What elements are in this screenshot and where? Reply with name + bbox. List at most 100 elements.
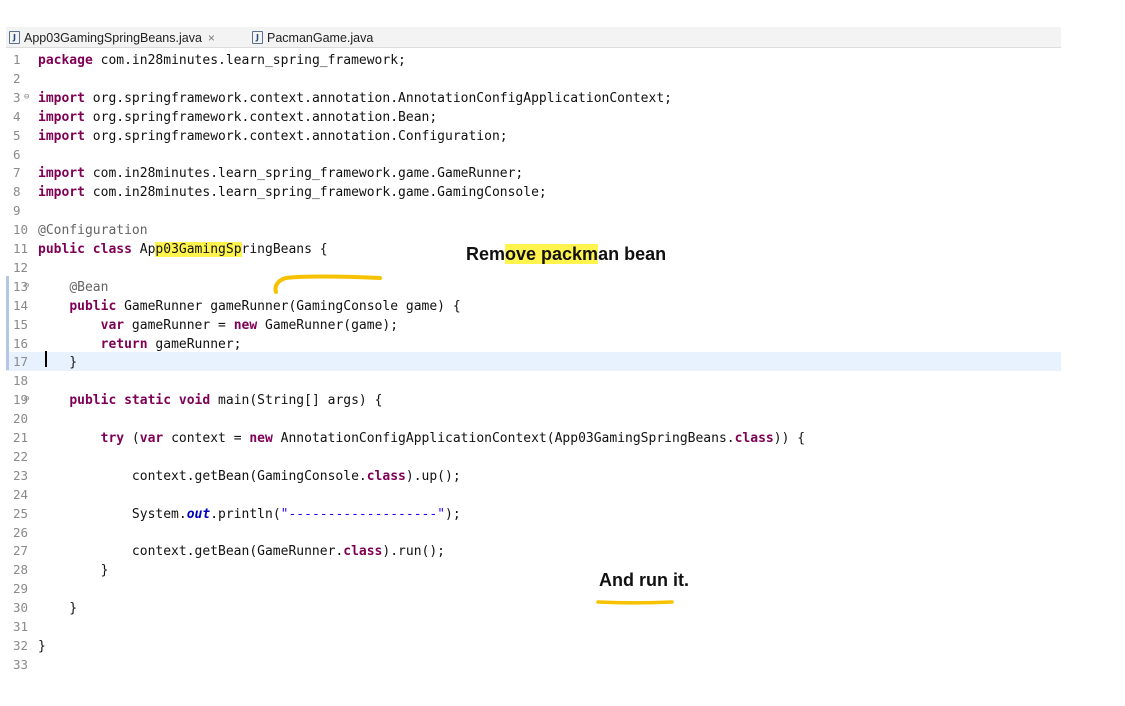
code-line[interactable]: 28 } — [6, 560, 1061, 579]
line-number: 22 — [13, 448, 29, 464]
annotation-run-it: And run it. — [599, 570, 689, 590]
code-line[interactable]: 5 import org.springframework.context.anno… — [6, 126, 1061, 145]
code-line[interactable]: 6 — [6, 145, 1061, 164]
code-line[interactable]: 23 context.getBean(GamingConsole.class).… — [6, 466, 1061, 485]
line-number: 10 — [13, 222, 29, 238]
code-line[interactable]: 31 — [6, 617, 1061, 636]
code-line[interactable]: 22 — [6, 447, 1061, 466]
line-number: 9 — [13, 203, 21, 219]
line-number: 30 — [13, 600, 29, 616]
code-line[interactable]: 3 ⊖ import org.springframework.context.ann… — [6, 88, 1061, 107]
line-number: 31 — [13, 619, 29, 634]
code-text: import org.springframework.context.annot… — [38, 90, 672, 106]
tab-pacmangame[interactable]: J PacmanGame.java — [252, 29, 373, 46]
code-line[interactable]: 7 import com.in28minutes.learn_spring_fra… — [6, 163, 1061, 182]
line-number: 13 ⊖ — [13, 277, 30, 296]
code-text: } — [38, 563, 109, 579]
line-number: 18 — [13, 373, 29, 389]
line-number: 5 — [13, 127, 21, 143]
code-line[interactable]: 16 return gameRunner; — [6, 334, 1061, 353]
code-line[interactable]: 9 — [6, 201, 1061, 220]
java-file-icon: J — [252, 31, 263, 44]
code-line[interactable]: 4 import org.springframework.context.anno… — [6, 107, 1061, 126]
code-text: public class App03GamingSpringBeans { — [38, 242, 328, 257]
line-number: 12 — [13, 259, 29, 275]
code-line[interactable]: 15 var gameRunner = new GameRunner(game)… — [6, 315, 1061, 334]
code-text: import com.in28minutes.learn_spring_fram… — [38, 166, 524, 182]
code-line[interactable]: 27 context.getBean(GameRunner.class).run… — [6, 541, 1061, 560]
annotation-text: Rem — [466, 244, 506, 264]
line-number: 28 — [13, 562, 29, 578]
code-line[interactable]: 1 package com.in28minutes.learn_spring_fr… — [6, 50, 1061, 69]
code-text: try (var context = new AnnotationConfigA… — [100, 431, 806, 446]
code-text: import org.springframework.context.annot… — [38, 109, 438, 125]
code-text: import org.springframework.context.annot… — [38, 128, 508, 144]
code-line[interactable]: 20 — [6, 409, 1061, 428]
line-number: 1 — [13, 52, 21, 67]
code-line[interactable]: 19 ⊖ public static void main(String[] arg… — [6, 390, 1061, 409]
tab-label: App03GamingSpringBeans.java — [24, 30, 202, 45]
code-text: context.getBean(GameRunner.class).run(); — [38, 544, 446, 560]
code-text: public static void main(String[] args) { — [69, 393, 383, 409]
code-line[interactable]: 24 — [6, 485, 1061, 504]
code-text: package com.in28minutes.learn_spring_fra… — [38, 53, 406, 68]
line-number: 2 — [13, 70, 21, 86]
fold-minus-icon[interactable]: ⊖ — [24, 390, 29, 409]
code-line[interactable]: 14 public GameRunner gameRunner(GamingCo… — [6, 296, 1061, 315]
tab-app03gamingspringbeans[interactable]: J App03GamingSpringBeans.java × — [9, 29, 215, 46]
fold-minus-icon[interactable]: ⊖ — [24, 88, 29, 107]
code-line[interactable]: 26 — [6, 523, 1061, 542]
code-line[interactable]: 10 @Configuration — [6, 220, 1061, 239]
line-number: 11 — [13, 241, 29, 256]
code-line[interactable]: 33 — [6, 655, 1061, 674]
java-file-icon: J — [9, 31, 20, 44]
code-line[interactable]: 8 import com.in28minutes.learn_spring_fra… — [6, 182, 1061, 201]
code-text: var gameRunner = new GameRunner(game); — [100, 317, 399, 333]
line-number: 7 — [13, 165, 21, 181]
code-line[interactable]: 13 ⊖ @Bean — [6, 277, 1061, 296]
close-icon[interactable]: × — [208, 31, 215, 45]
line-number: 16 — [13, 335, 29, 351]
change-marker — [6, 276, 9, 370]
code-text: @Configuration — [38, 223, 148, 239]
code-line[interactable]: 21 try (var context = new AnnotationConf… — [6, 428, 1061, 447]
line-number: 14 — [13, 297, 29, 313]
line-number: 19 ⊖ — [13, 390, 30, 409]
annotation-text: an bean — [598, 244, 667, 264]
fold-minus-icon[interactable]: ⊖ — [24, 277, 29, 296]
code-text: System.out.println("-------------------"… — [38, 506, 461, 522]
annotation-highlight: ove packm — [505, 244, 599, 264]
code-line[interactable]: 17 } — [6, 352, 1061, 372]
code-line[interactable]: 18 — [6, 371, 1061, 390]
line-number: 26 — [13, 524, 29, 540]
code-text: @Bean — [69, 279, 109, 295]
code-text: return gameRunner; — [100, 336, 242, 352]
line-number: 17 — [13, 354, 29, 370]
line-number: 29 — [13, 581, 29, 597]
annotation-remove-bean: Remove packman bean — [466, 244, 666, 265]
code-line[interactable]: 32} — [6, 636, 1061, 655]
line-number: 20 — [13, 411, 29, 427]
code-line[interactable]: 2 — [6, 69, 1061, 88]
code-editor[interactable]: 1 package com.in28minutes.learn_spring_fr… — [6, 48, 1066, 688]
line-number: 27 — [13, 543, 29, 559]
text-caret — [45, 351, 47, 367]
code-line[interactable]: 25 System.out.println("-----------------… — [6, 504, 1061, 523]
code-line[interactable]: 30 } — [6, 598, 1061, 617]
editor-tab-bar: J App03GamingSpringBeans.java × J Pacman… — [6, 27, 1061, 48]
line-number: 15 — [13, 316, 29, 332]
code-line[interactable]: 29 — [6, 579, 1061, 598]
code-text: } — [38, 638, 46, 654]
line-number: 32 — [13, 637, 29, 653]
line-number: 21 — [13, 430, 29, 445]
line-number: 25 — [13, 505, 29, 521]
line-number: 33 — [13, 656, 29, 672]
code-text: } — [38, 601, 78, 617]
code-text: context.getBean(GamingConsole.class).up(… — [38, 468, 461, 484]
line-number: 8 — [13, 184, 21, 200]
code-text: public GameRunner gameRunner(GamingConso… — [69, 298, 461, 314]
line-number: 24 — [13, 486, 29, 502]
code-text: } — [38, 355, 78, 371]
line-number: 23 — [13, 467, 29, 483]
line-number: 6 — [13, 146, 21, 162]
